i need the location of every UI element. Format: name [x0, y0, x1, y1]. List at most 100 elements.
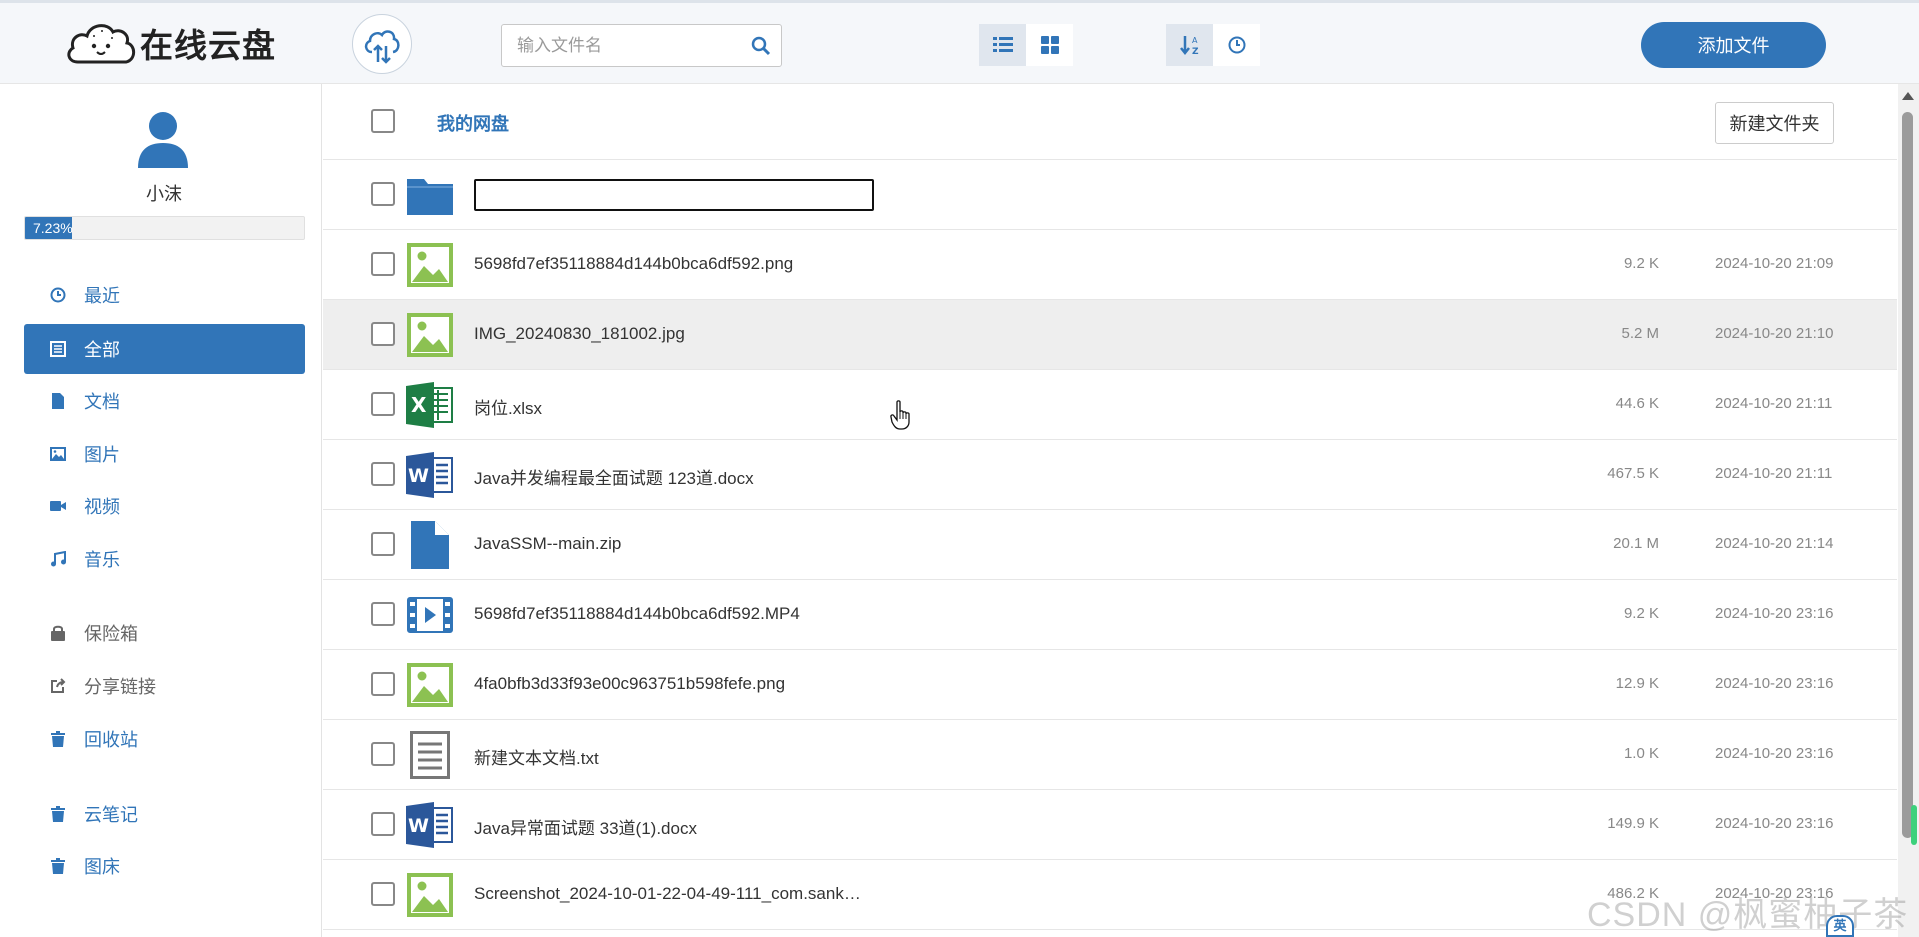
row-checkbox[interactable] [371, 882, 395, 906]
grid-view-button[interactable] [1026, 24, 1073, 66]
sidebar-item-image-host[interactable]: 图床 [24, 841, 305, 891]
file-row[interactable]: JavaSSM--main.zip 20.1 M 2024-10-20 21:1… [323, 510, 1897, 580]
file-size: 5.2 M [1621, 325, 1659, 342]
sidebar-item-share-links[interactable]: 分享链接 [24, 661, 305, 711]
row-checkbox[interactable] [371, 182, 395, 206]
search-input[interactable] [502, 25, 732, 66]
row-checkbox[interactable] [371, 812, 395, 836]
file-name[interactable]: 4fa0bfb3d33f93e00c963751b598fefe.png [474, 674, 785, 694]
sidebar-item-images[interactable]: 图片 [24, 429, 305, 479]
sidebar-item-label: 音乐 [84, 550, 120, 570]
sort-by-time-button[interactable] [1213, 24, 1260, 66]
grid-view-icon [1040, 36, 1059, 54]
sidebar-item-all[interactable]: 全部 [24, 324, 305, 374]
sidebar-item-recent[interactable]: 最近 [24, 270, 305, 320]
share-icon [48, 676, 68, 696]
file-row[interactable]: 5698fd7ef35118884d144b0bca6df592.png 9.2… [323, 230, 1897, 300]
upload-button[interactable] [352, 14, 412, 74]
file-row[interactable]: X 岗位.xlsx 44.6 K 2024-10-20 21:11 [323, 370, 1897, 440]
video-icon [48, 496, 68, 516]
folder-name-input[interactable] [474, 179, 874, 211]
file-size: 149.9 K [1607, 815, 1659, 832]
row-checkbox[interactable] [371, 742, 395, 766]
file-size: 12.9 K [1615, 675, 1659, 692]
image-file-icon [406, 312, 454, 358]
new-folder-button[interactable]: 新建文件夹 [1715, 102, 1834, 144]
file-name[interactable]: Java异常面试题 33道(1).docx [474, 814, 697, 839]
file-size: 9.2 K [1623, 255, 1659, 272]
row-checkbox[interactable] [371, 672, 395, 696]
app-title: 在线云盘 [140, 27, 276, 64]
trash-icon [48, 856, 68, 876]
file-row[interactable]: W Java并发编程最全面试题 123道.docx 467.5 K 2024-1… [323, 440, 1897, 510]
file-row[interactable]: W Java异常面试题 33道(1).docx 149.9 K 2024-10-… [323, 790, 1897, 860]
add-file-button[interactable]: 添加文件 [1641, 22, 1826, 68]
file-row[interactable]: 5698fd7ef35118884d144b0bca6df592.MP4 9.2… [323, 580, 1897, 650]
file-size: 20.1 M [1613, 535, 1659, 552]
row-checkbox[interactable] [371, 462, 395, 486]
file-name[interactable]: 岗位.xlsx [474, 394, 542, 419]
sidebar: 小沫 7.23% 最近 全部 文档 图片 视频 音乐 保险箱 分享链接 回收站 [6, 84, 322, 937]
list-icon [48, 339, 68, 359]
sidebar-item-label: 视频 [84, 497, 120, 517]
svg-text:X: X [411, 393, 427, 417]
username: 小沫 [146, 184, 182, 204]
file-name[interactable]: IMG_20240830_181002.jpg [474, 324, 685, 344]
breadcrumb[interactable]: 我的网盘 [437, 110, 509, 136]
file-name[interactable]: 新建文本文档.txt [474, 744, 599, 769]
file-name[interactable]: Screenshot_2024-10-01-22-04-49-111_com.s… [474, 884, 861, 904]
folder-icon [406, 172, 454, 218]
row-checkbox[interactable] [371, 252, 395, 276]
file-date: 2024-10-20 23:16 [1715, 815, 1834, 832]
scroll-up-arrow-icon[interactable] [1902, 92, 1914, 100]
sidebar-item-cloud-notes[interactable]: 云笔记 [24, 789, 305, 839]
file-date: 2024-10-20 23:16 [1715, 605, 1834, 622]
svg-text:W: W [408, 815, 429, 837]
row-checkbox[interactable] [371, 322, 395, 346]
file-name[interactable]: 5698fd7ef35118884d144b0bca6df592.png [474, 254, 793, 274]
file-row[interactable]: IMG_20240830_181002.jpg 5.2 M 2024-10-20… [323, 300, 1897, 370]
select-all-checkbox[interactable] [371, 109, 395, 133]
trash-icon [48, 729, 68, 749]
file-list-header: 我的网盘 新建文件夹 [323, 84, 1897, 160]
sidebar-item-recycle-bin[interactable]: 回收站 [24, 714, 305, 764]
sort-by-name-button[interactable]: A Z [1166, 24, 1213, 66]
file-date: 2024-10-20 21:11 [1715, 395, 1833, 412]
sidebar-item-documents[interactable]: 文档 [24, 376, 305, 426]
ime-indicator: 英 [1826, 915, 1854, 937]
scrollbar-thumb[interactable] [1902, 112, 1913, 838]
hand-cursor-icon [890, 400, 910, 430]
word-file-icon: W [406, 452, 454, 498]
sidebar-item-label: 图片 [84, 445, 120, 465]
file-name[interactable]: JavaSSM--main.zip [474, 534, 621, 554]
search-icon[interactable] [751, 36, 771, 61]
lock-icon [48, 623, 68, 643]
sidebar-item-music[interactable]: 音乐 [24, 534, 305, 584]
storage-quota-fill: 7.23% [25, 217, 73, 239]
file-row[interactable]: 4fa0bfb3d33f93e00c963751b598fefe.png 12.… [323, 650, 1897, 720]
user-avatar-icon[interactable] [136, 110, 190, 170]
app-logo[interactable]: 在线云盘 [64, 16, 276, 70]
file-name[interactable]: Java并发编程最全面试题 123道.docx [474, 464, 754, 489]
row-checkbox[interactable] [371, 532, 395, 556]
file-date: 2024-10-20 21:10 [1715, 325, 1834, 342]
image-file-icon [406, 872, 454, 918]
music-icon [48, 549, 68, 569]
sidebar-item-safe[interactable]: 保险箱 [24, 608, 305, 658]
trash-icon [48, 804, 68, 824]
file-name[interactable]: 5698fd7ef35118884d144b0bca6df592.MP4 [474, 604, 800, 624]
list-view-button[interactable] [979, 24, 1026, 66]
scroll-indicator [1911, 805, 1917, 845]
sidebar-item-videos[interactable]: 视频 [24, 481, 305, 531]
view-toggle [979, 24, 1073, 66]
row-checkbox[interactable] [371, 602, 395, 626]
row-checkbox[interactable] [371, 392, 395, 416]
file-date: 2024-10-20 21:11 [1715, 465, 1833, 482]
document-icon [48, 391, 68, 411]
csdn-watermark: CSDN @枫蜜柚子茶 [1587, 896, 1909, 934]
sidebar-item-label: 文档 [84, 392, 120, 412]
word-file-icon: W [406, 802, 454, 848]
file-row[interactable]: 新建文本文档.txt 1.0 K 2024-10-20 23:16 [323, 720, 1897, 790]
sidebar-item-label: 保险箱 [84, 624, 138, 644]
clock-icon [48, 285, 68, 305]
